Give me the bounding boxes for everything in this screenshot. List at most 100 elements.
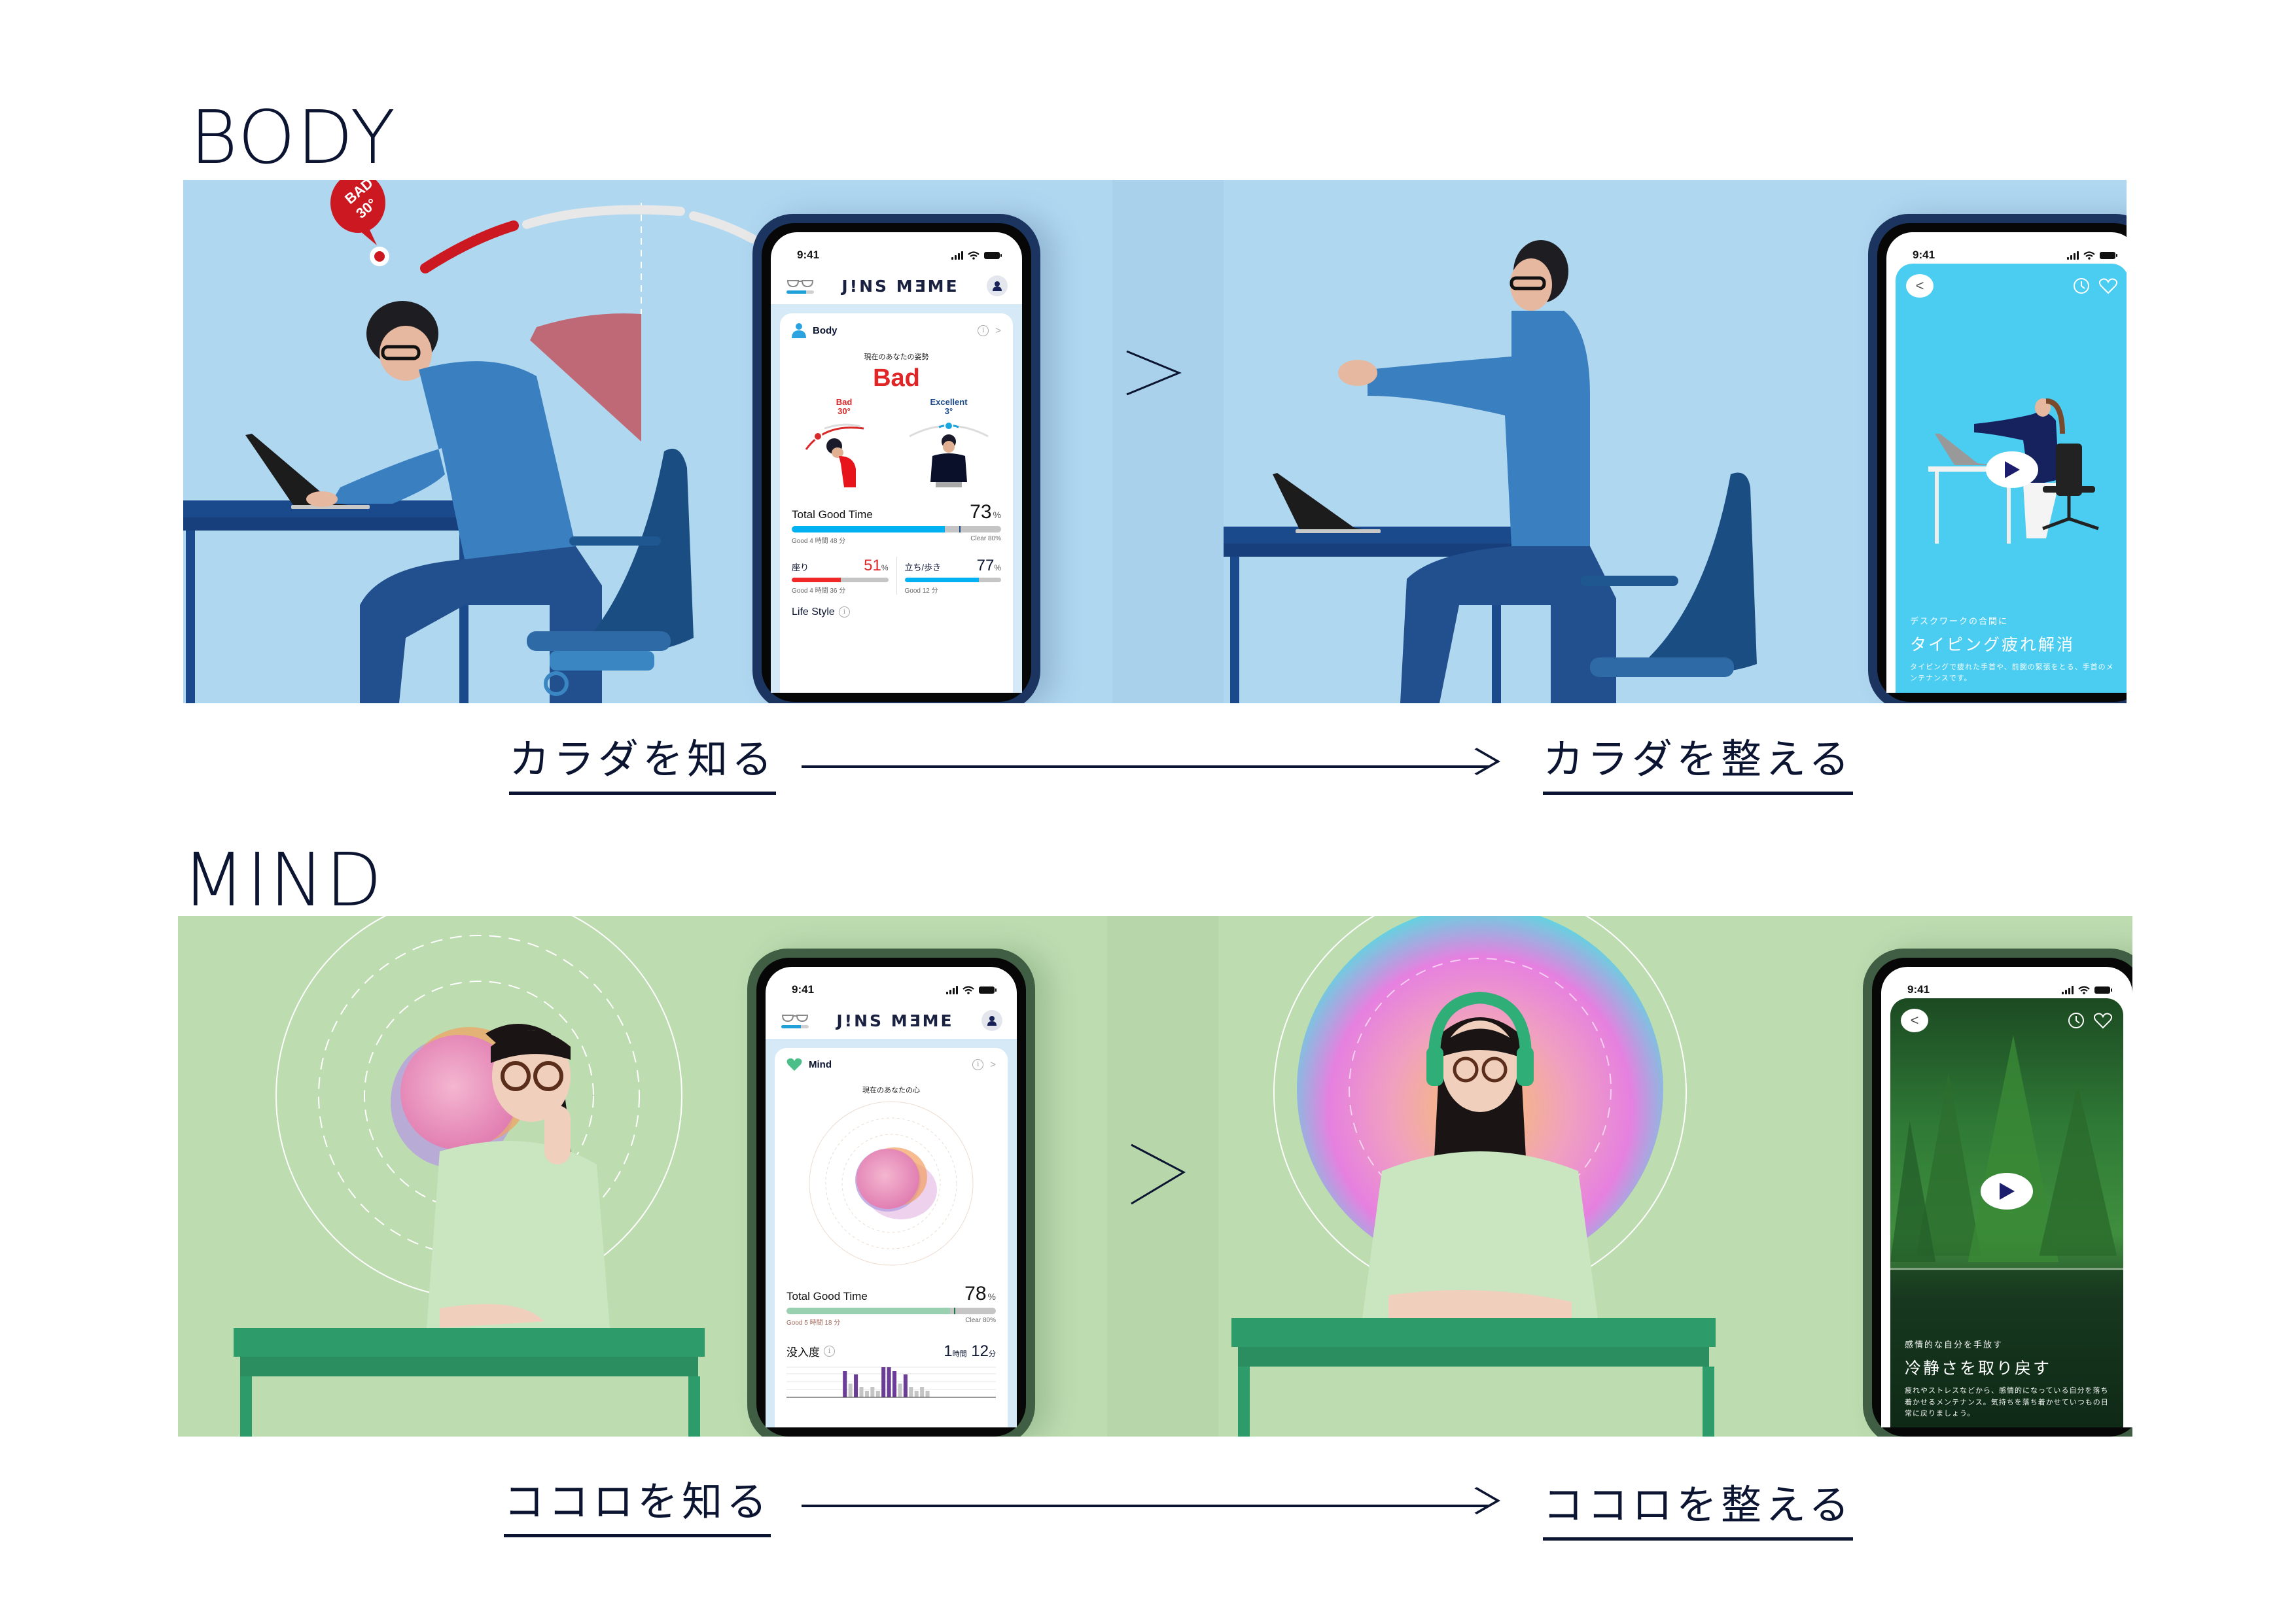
status-bar: 9:41 bbox=[766, 967, 1017, 1001]
immersion-bar bbox=[848, 1384, 853, 1397]
body-know-caption: カラダを知る bbox=[509, 739, 777, 795]
hours-unit: 時間 bbox=[952, 1350, 967, 1358]
immersion-bar bbox=[864, 1391, 869, 1397]
immersion-bar bbox=[909, 1387, 913, 1397]
chevron-right-icon[interactable]: > bbox=[990, 1059, 996, 1070]
life-style-label: Life Style bbox=[792, 606, 835, 618]
sitting-bar bbox=[792, 577, 889, 582]
total-good-time-label: Total Good Time bbox=[792, 508, 873, 521]
wifi-icon bbox=[968, 251, 980, 260]
back-button[interactable]: < bbox=[1901, 1009, 1928, 1032]
info-icon[interactable]: i bbox=[972, 1058, 984, 1070]
good-duration: Good 5 時間 18 分 bbox=[786, 1319, 841, 1327]
sitting-metric: 座り 51% Good 4 時間 36 分 bbox=[792, 557, 889, 595]
bad-arc bbox=[420, 220, 519, 273]
play-button[interactable] bbox=[1986, 451, 2038, 488]
stretching-scene: 9:41 < デスクワークの合間に タイピング疲れ解消 タイピングで疲れた手首や… bbox=[1224, 180, 2127, 703]
total-good-time-fill bbox=[786, 1308, 950, 1314]
app-logo: J!NS MƎME bbox=[836, 1011, 954, 1030]
content-kicker: 感情的な自分を手放す bbox=[1905, 1340, 2004, 1350]
content-kicker: デスクワークの合間に bbox=[1910, 616, 2009, 626]
battery-icon bbox=[979, 986, 997, 994]
info-icon[interactable]: i bbox=[978, 324, 989, 336]
content-description: 疲れやストレスなどから、感情的になっている自分を落ち着かせるメンテナンス。気持ち… bbox=[1905, 1387, 2109, 1418]
status-bar: 9:41 bbox=[771, 232, 1022, 266]
body-card[interactable]: Body i > 現在のあなたの姿勢 Bad Bad 30° Excellent… bbox=[780, 313, 1013, 693]
immersion-bar bbox=[898, 1384, 902, 1397]
back-button[interactable]: < bbox=[1906, 274, 1934, 298]
content-title: 冷静さを取り戻す bbox=[1905, 1359, 2052, 1378]
posture-excellent-angle: 3° bbox=[944, 406, 953, 417]
chevron-right-icon bbox=[1126, 350, 1182, 396]
immersion-bar bbox=[914, 1391, 919, 1397]
mind-caption: 現在のあなたの心 bbox=[862, 1087, 920, 1094]
stretching-person bbox=[1338, 240, 1616, 703]
meditation-scene: 9:41 < 感情的な自分を手放す 冷静さを取り戻す 疲れやストレスなどから、感… bbox=[1218, 916, 2132, 1437]
slouch-figure bbox=[805, 423, 864, 487]
info-icon[interactable]: i bbox=[824, 1346, 835, 1357]
posture-bad: Bad 30° bbox=[798, 397, 890, 493]
content-title: タイピング疲れ解消 bbox=[1910, 635, 2075, 654]
desk bbox=[234, 1328, 705, 1357]
wifi-icon bbox=[2078, 985, 2090, 994]
posture-caption: 現在のあなたの姿勢 bbox=[864, 353, 929, 361]
total-good-time-value: 78 bbox=[964, 1283, 987, 1304]
glasses-icon bbox=[786, 279, 814, 287]
profile-button[interactable] bbox=[981, 1010, 1002, 1031]
battery-icon bbox=[2100, 251, 2117, 259]
total-good-time-bar bbox=[786, 1308, 996, 1314]
immersion-hours: 1 bbox=[944, 1342, 953, 1360]
chevron-right-icon[interactable]: > bbox=[995, 325, 1001, 336]
app-logo: J!NS MƎME bbox=[841, 276, 959, 296]
mind-know-phone: 9:41 J!NS MƎME Mind i > 現在のあなたの心 Total G… bbox=[747, 949, 1035, 1437]
immersion-bar bbox=[881, 1367, 886, 1397]
immersion-label: 没入度 bbox=[786, 1346, 820, 1359]
clock-icon[interactable] bbox=[2072, 277, 2091, 295]
mind-visual bbox=[809, 1101, 974, 1266]
stretch-illustration bbox=[1224, 240, 1757, 703]
life-style-section[interactable]: Life Style i bbox=[792, 606, 1001, 618]
device-status-button[interactable] bbox=[786, 279, 814, 294]
wifi-icon bbox=[963, 985, 974, 994]
heart-icon[interactable] bbox=[2098, 277, 2118, 295]
status-time: 9:41 bbox=[792, 983, 815, 996]
posture-state: Bad bbox=[873, 364, 920, 392]
immersion-bar bbox=[843, 1371, 847, 1397]
percent-unit: % bbox=[994, 563, 1001, 572]
status-time: 9:41 bbox=[1913, 249, 1935, 261]
total-good-time: Total Good Time 73% bbox=[792, 501, 1001, 523]
clock-icon[interactable] bbox=[2067, 1011, 2085, 1030]
device-status-button[interactable] bbox=[781, 1013, 809, 1028]
mind-illustration bbox=[234, 916, 705, 1437]
standing-bar bbox=[904, 577, 1001, 582]
percent-unit: % bbox=[881, 563, 889, 572]
profile-button[interactable] bbox=[987, 275, 1008, 296]
good-arc bbox=[689, 211, 757, 243]
standing-value: 77 bbox=[976, 556, 995, 574]
minutes-unit: 分 bbox=[989, 1350, 996, 1358]
user-icon bbox=[987, 1016, 997, 1026]
immersion-bar bbox=[903, 1374, 908, 1397]
signal-icon bbox=[951, 251, 963, 260]
metric-separator bbox=[896, 556, 897, 595]
back-icon: < bbox=[1910, 1012, 1919, 1028]
wifi-icon bbox=[2083, 251, 2095, 260]
mind-card[interactable]: Mind i > 現在のあなたの心 Total Good Time 78 % G… bbox=[775, 1048, 1008, 1427]
total-good-time-value: 73 bbox=[970, 500, 992, 523]
sitting-fill bbox=[792, 577, 841, 582]
sitting-good-duration: Good 4 時間 36 分 bbox=[792, 587, 846, 595]
percent-unit: % bbox=[993, 509, 1001, 520]
play-button[interactable] bbox=[1981, 1173, 2033, 1210]
body-care-phone: 9:41 < デスクワークの合間に タイピング疲れ解消 タイピングで疲れた手首や… bbox=[1868, 214, 2127, 703]
neutral-arc bbox=[522, 205, 685, 229]
mind-care-phone: 9:41 < 感情的な自分を手放す 冷静さを取り戻す 疲れやストレスなどから、感… bbox=[1863, 949, 2132, 1437]
content-card: < デスクワークの合間に タイピング疲れ解消 タイピングで疲れた手首や、前腕の緊… bbox=[1896, 264, 2127, 693]
immersion-bar bbox=[875, 1391, 880, 1397]
body-icon bbox=[792, 323, 806, 338]
immersion-bar bbox=[859, 1387, 864, 1397]
content-description: タイピングで疲れた手首や、前腕の緊張をとる、手首のメンテナンスです。 bbox=[1910, 663, 2114, 683]
heart-icon[interactable] bbox=[2093, 1011, 2113, 1030]
upright-figure bbox=[909, 421, 989, 487]
total-good-time-fill bbox=[792, 525, 945, 532]
info-icon[interactable]: i bbox=[838, 606, 850, 618]
